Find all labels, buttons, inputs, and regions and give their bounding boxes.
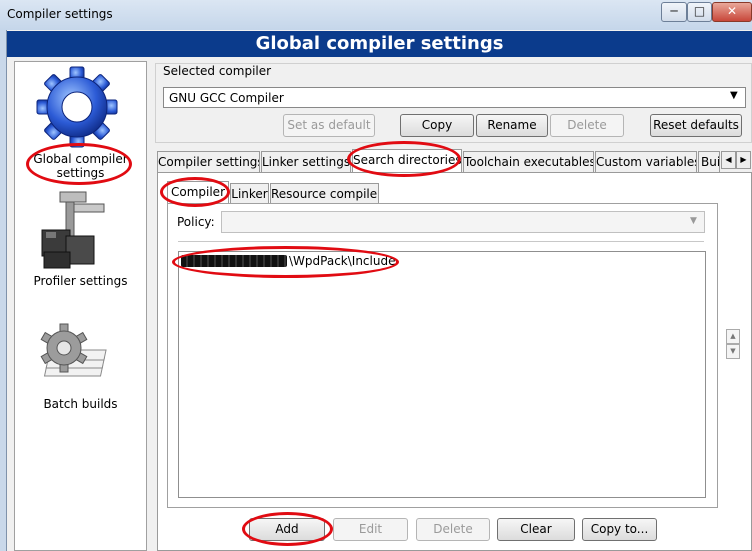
tab-linker-settings[interactable]: Linker settings: [261, 151, 351, 172]
subtab-linker[interactable]: Linker: [230, 183, 269, 204]
directory-entry[interactable]: \WpdPack\Include: [289, 254, 395, 268]
tab-compiler-settings[interactable]: Compiler settings: [157, 151, 260, 172]
subtab-resource-compiler[interactable]: Resource compiler: [270, 183, 379, 204]
copy-to-button[interactable]: Copy to...: [582, 518, 657, 541]
tab-scroll-left-button[interactable]: ◀: [721, 151, 736, 169]
reset-defaults-button[interactable]: Reset defaults: [650, 114, 742, 137]
redacted-path-segment: [181, 255, 287, 267]
tab-toolchain-executables[interactable]: Toolchain executables: [463, 151, 594, 172]
compiler-select-value: GNU GCC Compiler: [169, 91, 284, 105]
minimize-button[interactable]: ─: [661, 2, 687, 22]
tab-custom-variables[interactable]: Custom variables: [595, 151, 697, 172]
tab-search-directories[interactable]: Search directories: [352, 149, 462, 172]
sidebar-item-profiler-settings[interactable]: Profiler settings: [14, 274, 147, 288]
policy-select[interactable]: ▼: [221, 211, 705, 233]
selected-compiler-label: Selected compiler: [163, 64, 272, 78]
close-icon: ✕: [726, 4, 738, 18]
profiler-icon[interactable]: [36, 190, 114, 270]
add-button[interactable]: Add: [249, 518, 325, 541]
batch-builds-icon[interactable]: [38, 322, 118, 386]
rename-button[interactable]: Rename: [476, 114, 548, 137]
move-down-button[interactable]: ▼: [726, 344, 740, 359]
gear-icon[interactable]: [34, 66, 120, 148]
maximize-icon: □: [693, 4, 706, 18]
page-title: Global compiler settings: [255, 33, 504, 54]
delete-compiler-button[interactable]: Delete: [550, 114, 624, 137]
set-as-default-button[interactable]: Set as default: [283, 114, 375, 137]
sidebar-item-label: Global compiler: [33, 152, 128, 166]
sidebar-item-global-compiler-settings[interactable]: Global compiler settings: [14, 152, 147, 180]
title-bar: [0, 0, 752, 30]
clear-button[interactable]: Clear: [497, 518, 575, 541]
move-up-button[interactable]: ▲: [726, 329, 740, 344]
chevron-left-icon: ◀: [725, 155, 732, 164]
directories-list[interactable]: [178, 251, 706, 498]
copy-button[interactable]: Copy: [400, 114, 474, 137]
maximize-button[interactable]: □: [687, 2, 712, 22]
edit-button[interactable]: Edit: [333, 518, 408, 541]
tab-scroll-right-button[interactable]: ▶: [736, 151, 751, 169]
arrow-down-icon: ▼: [730, 347, 736, 355]
sidebar-item-batch-builds[interactable]: Batch builds: [14, 397, 147, 411]
delete-button[interactable]: Delete: [416, 518, 490, 541]
sidebar-item-label: settings: [56, 166, 105, 180]
minimize-icon: ─: [670, 4, 678, 18]
subtab-compiler[interactable]: Compiler: [167, 181, 229, 203]
compiler-select[interactable]: GNU GCC Compiler ▼: [163, 87, 746, 108]
chevron-down-icon: ▼: [690, 216, 697, 226]
window-title: Compiler settings: [7, 7, 113, 21]
chevron-down-icon: ▼: [730, 90, 738, 101]
policy-label: Policy:: [177, 215, 215, 229]
arrow-up-icon: ▲: [730, 332, 736, 340]
chevron-right-icon: ▶: [740, 155, 747, 164]
tab-build-options-truncated[interactable]: Bui: [698, 151, 720, 172]
close-button[interactable]: ✕: [712, 2, 752, 22]
divider: [178, 241, 704, 242]
